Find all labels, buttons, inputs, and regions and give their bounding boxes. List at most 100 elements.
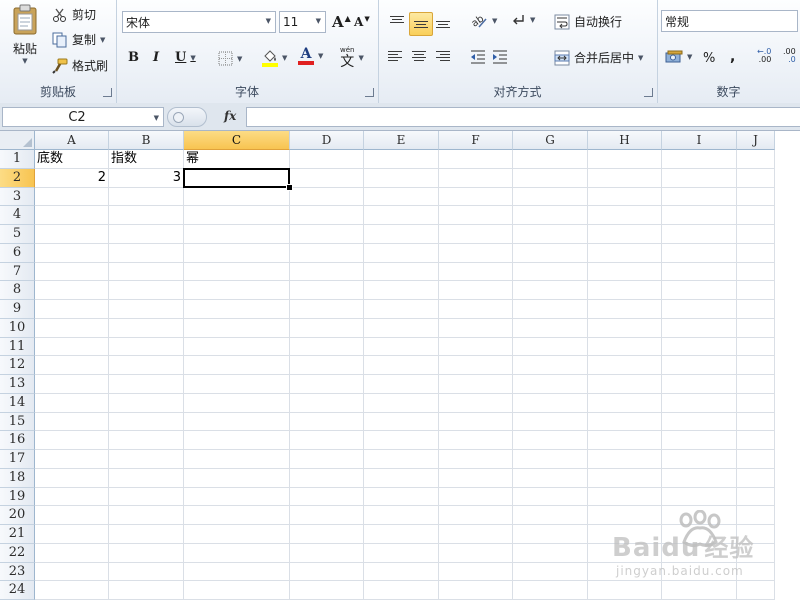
row-header-21[interactable]: 21 xyxy=(0,525,35,544)
column-header-b[interactable]: B xyxy=(109,131,184,150)
cell-h21[interactable] xyxy=(588,525,662,544)
cell-f12[interactable] xyxy=(439,356,513,375)
cell-g23[interactable] xyxy=(513,562,588,582)
clipboard-dialog-launcher-icon[interactable] xyxy=(103,88,112,97)
cell-b14[interactable] xyxy=(109,393,184,413)
cell-g17[interactable] xyxy=(513,450,588,469)
cell-j12[interactable] xyxy=(737,356,775,375)
cell-j23[interactable] xyxy=(737,562,775,582)
column-header-h[interactable]: H xyxy=(588,131,662,150)
cell-h24[interactable] xyxy=(588,581,662,600)
font-name-dropdown-icon[interactable]: ▼ xyxy=(266,17,271,25)
cell-a4[interactable] xyxy=(35,206,109,225)
cell-i23[interactable] xyxy=(662,562,737,582)
cell-h13[interactable] xyxy=(588,375,662,394)
cell-g19[interactable] xyxy=(513,487,588,507)
cell-i3[interactable] xyxy=(662,187,737,207)
cell-b23[interactable] xyxy=(109,562,184,582)
cell-e23[interactable] xyxy=(364,562,439,582)
cell-h9[interactable] xyxy=(588,300,662,319)
cell-f18[interactable] xyxy=(439,468,513,488)
underline-button[interactable]: U ▼ xyxy=(175,50,196,65)
cell-c10[interactable] xyxy=(184,318,290,338)
row-header-22[interactable]: 22 xyxy=(0,543,35,563)
cell-j17[interactable] xyxy=(737,450,775,469)
cell-d5[interactable] xyxy=(290,225,364,244)
cell-b11[interactable] xyxy=(109,337,184,357)
cell-d10[interactable] xyxy=(290,318,364,338)
column-header-i[interactable]: I xyxy=(662,131,737,150)
cell-b21[interactable] xyxy=(109,525,184,544)
cell-j4[interactable] xyxy=(737,206,775,225)
cell-i19[interactable] xyxy=(662,487,737,507)
cell-i24[interactable] xyxy=(662,581,737,600)
cell-g18[interactable] xyxy=(513,468,588,488)
row-header-5[interactable]: 5 xyxy=(0,225,35,244)
cell-d17[interactable] xyxy=(290,450,364,469)
cell-g22[interactable] xyxy=(513,543,588,563)
cell-f16[interactable] xyxy=(439,431,513,450)
cell-i11[interactable] xyxy=(662,337,737,357)
cell-a13[interactable] xyxy=(35,375,109,394)
decrease-decimal-button[interactable]: .00 .0 xyxy=(783,48,796,64)
row-header-11[interactable]: 11 xyxy=(0,337,35,357)
fill-color-button[interactable]: ▼ xyxy=(262,49,287,67)
cell-i12[interactable] xyxy=(662,356,737,375)
accounting-format-button[interactable]: ▼ xyxy=(665,50,692,64)
cell-a8[interactable] xyxy=(35,281,109,300)
row-header-4[interactable]: 4 xyxy=(0,206,35,225)
cell-h17[interactable] xyxy=(588,450,662,469)
cell-f9[interactable] xyxy=(439,300,513,319)
cell-j24[interactable] xyxy=(737,581,775,600)
underline-dropdown-icon[interactable]: ▼ xyxy=(190,53,195,62)
cell-c14[interactable] xyxy=(184,393,290,413)
cell-h18[interactable] xyxy=(588,468,662,488)
cell-c16[interactable] xyxy=(184,431,290,450)
cell-a20[interactable] xyxy=(35,506,109,525)
row-header-9[interactable]: 9 xyxy=(0,300,35,319)
alignment-dialog-launcher-icon[interactable] xyxy=(644,88,653,97)
cell-g24[interactable] xyxy=(513,581,588,600)
cell-d14[interactable] xyxy=(290,393,364,413)
cell-g12[interactable] xyxy=(513,356,588,375)
cell-a21[interactable] xyxy=(35,525,109,544)
cell-d21[interactable] xyxy=(290,525,364,544)
cell-h8[interactable] xyxy=(588,281,662,300)
align-bottom-button[interactable] xyxy=(433,12,453,32)
formula-input[interactable] xyxy=(246,107,800,127)
number-format-combo[interactable]: 常规 xyxy=(661,10,798,32)
cell-h2[interactable] xyxy=(588,168,662,188)
cell-i9[interactable] xyxy=(662,300,737,319)
row-header-17[interactable]: 17 xyxy=(0,450,35,469)
font-color-dropdown-icon[interactable]: ▼ xyxy=(318,52,323,60)
cell-a24[interactable] xyxy=(35,581,109,600)
cell-f24[interactable] xyxy=(439,581,513,600)
cell-a19[interactable] xyxy=(35,487,109,507)
cell-c11[interactable] xyxy=(184,337,290,357)
cell-e22[interactable] xyxy=(364,543,439,563)
cell-a14[interactable] xyxy=(35,393,109,413)
cell-e14[interactable] xyxy=(364,393,439,413)
cell-c12[interactable] xyxy=(184,356,290,375)
cell-e12[interactable] xyxy=(364,356,439,375)
row-header-6[interactable]: 6 xyxy=(0,243,35,263)
column-header-g[interactable]: G xyxy=(513,131,588,150)
cell-b5[interactable] xyxy=(109,225,184,244)
accounting-dropdown-icon[interactable]: ▼ xyxy=(687,53,692,61)
column-header-f[interactable]: F xyxy=(439,131,513,150)
cell-i5[interactable] xyxy=(662,225,737,244)
shrink-font-button[interactable]: A ▼ xyxy=(354,14,370,30)
cell-g13[interactable] xyxy=(513,375,588,394)
cell-c7[interactable] xyxy=(184,262,290,282)
cell-i8[interactable] xyxy=(662,281,737,300)
cell-d23[interactable] xyxy=(290,562,364,582)
cell-b6[interactable] xyxy=(109,243,184,263)
name-box[interactable]: C2 ▼ xyxy=(2,107,164,127)
cell-g16[interactable] xyxy=(513,431,588,450)
cell-i2[interactable] xyxy=(662,168,737,188)
cell-e4[interactable] xyxy=(364,206,439,225)
cell-g1[interactable] xyxy=(513,150,588,169)
orientation-button[interactable]: ab ▼ xyxy=(470,13,497,29)
cell-i1[interactable] xyxy=(662,150,737,169)
cell-e15[interactable] xyxy=(364,412,439,432)
